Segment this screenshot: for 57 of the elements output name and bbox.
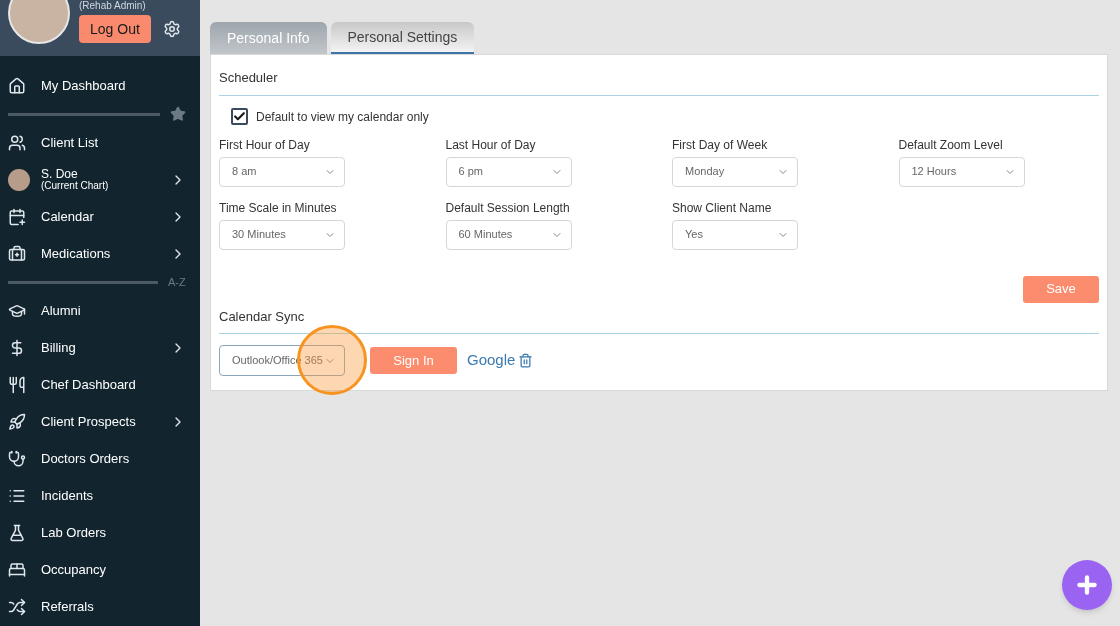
field-label: Time Scale in Minutes [219, 199, 338, 217]
star-icon[interactable] [170, 106, 186, 122]
field-label: Show Client Name [672, 199, 773, 217]
sidebar-item[interactable]: Referrals [0, 588, 200, 625]
section-title: Scheduler [219, 68, 1099, 96]
select-field[interactable]: 60 Minutes [445, 219, 572, 250]
select-field[interactable]: Yes [672, 219, 798, 250]
sidebar-item[interactable]: Lab Orders [0, 514, 200, 551]
avatar [8, 0, 70, 44]
checkbox-label: Default to view my calendar only [256, 108, 429, 126]
plus-icon [1074, 572, 1100, 598]
field-label: Default Session Length [445, 199, 571, 217]
field-label: Default Zoom Level [898, 136, 1004, 154]
sort-label: A-Z [168, 274, 186, 290]
google-link[interactable]: Google [467, 349, 516, 372]
select-field[interactable]: Monday [672, 156, 798, 187]
field-label: First Day of Week [672, 136, 769, 154]
add-button[interactable] [1062, 560, 1112, 610]
shuffle-icon [8, 597, 26, 616]
check-icon [233, 110, 246, 123]
rocket-icon [8, 412, 26, 431]
settings-icon[interactable] [162, 20, 181, 38]
field-label: First Hour of Day [219, 136, 311, 154]
sidebar-item[interactable]: Client Prospects [0, 403, 200, 440]
bed-icon [8, 560, 26, 579]
trash-icon[interactable] [518, 353, 534, 368]
logout-button[interactable]: Log Out [79, 15, 151, 43]
sidebar-item[interactable]: Medications [0, 235, 200, 272]
sidebar-item[interactable]: Incidents [0, 477, 200, 514]
sidebar-item[interactable]: Alumni [0, 292, 200, 329]
sidebar-item[interactable]: Client List [0, 124, 200, 161]
checkbox[interactable] [231, 108, 248, 125]
tab[interactable]: Personal Settings [330, 22, 475, 54]
section-title: Calendar Sync [219, 306, 1099, 334]
chart-subtitle: (Current Chart) [41, 179, 109, 192]
home-icon [8, 76, 26, 95]
client-avatar [8, 168, 30, 191]
sidebar-item[interactable]: Doctors Orders [0, 440, 200, 477]
calendar-icon [8, 207, 26, 226]
field-label: Last Hour of Day [445, 136, 537, 154]
sidebar-item[interactable]: Occupancy [0, 551, 200, 588]
sidebar-item[interactable]: S. Doe (Current Chart) [0, 161, 200, 198]
users-icon [8, 133, 26, 152]
sidebar-item[interactable]: Calendar [0, 198, 200, 235]
utensils-icon [8, 375, 26, 394]
sidebar-item[interactable]: Chef Dashboard [0, 366, 200, 403]
user-role: (Rehab Admin) [79, 0, 147, 12]
select-field[interactable]: 8 am [219, 156, 345, 187]
select-field[interactable]: 6 pm [445, 156, 572, 187]
select-field[interactable]: 12 Hours [898, 156, 1025, 187]
client-name: S. Doe [41, 167, 79, 180]
select-field[interactable]: 30 Minutes [219, 219, 345, 250]
sidebar-item[interactable]: Billing [0, 329, 200, 366]
flask-icon [8, 523, 26, 542]
medical-kit-icon [8, 244, 26, 263]
sidebar-item[interactable]: My Dashboard [0, 67, 200, 104]
stethoscope-icon [8, 449, 26, 468]
